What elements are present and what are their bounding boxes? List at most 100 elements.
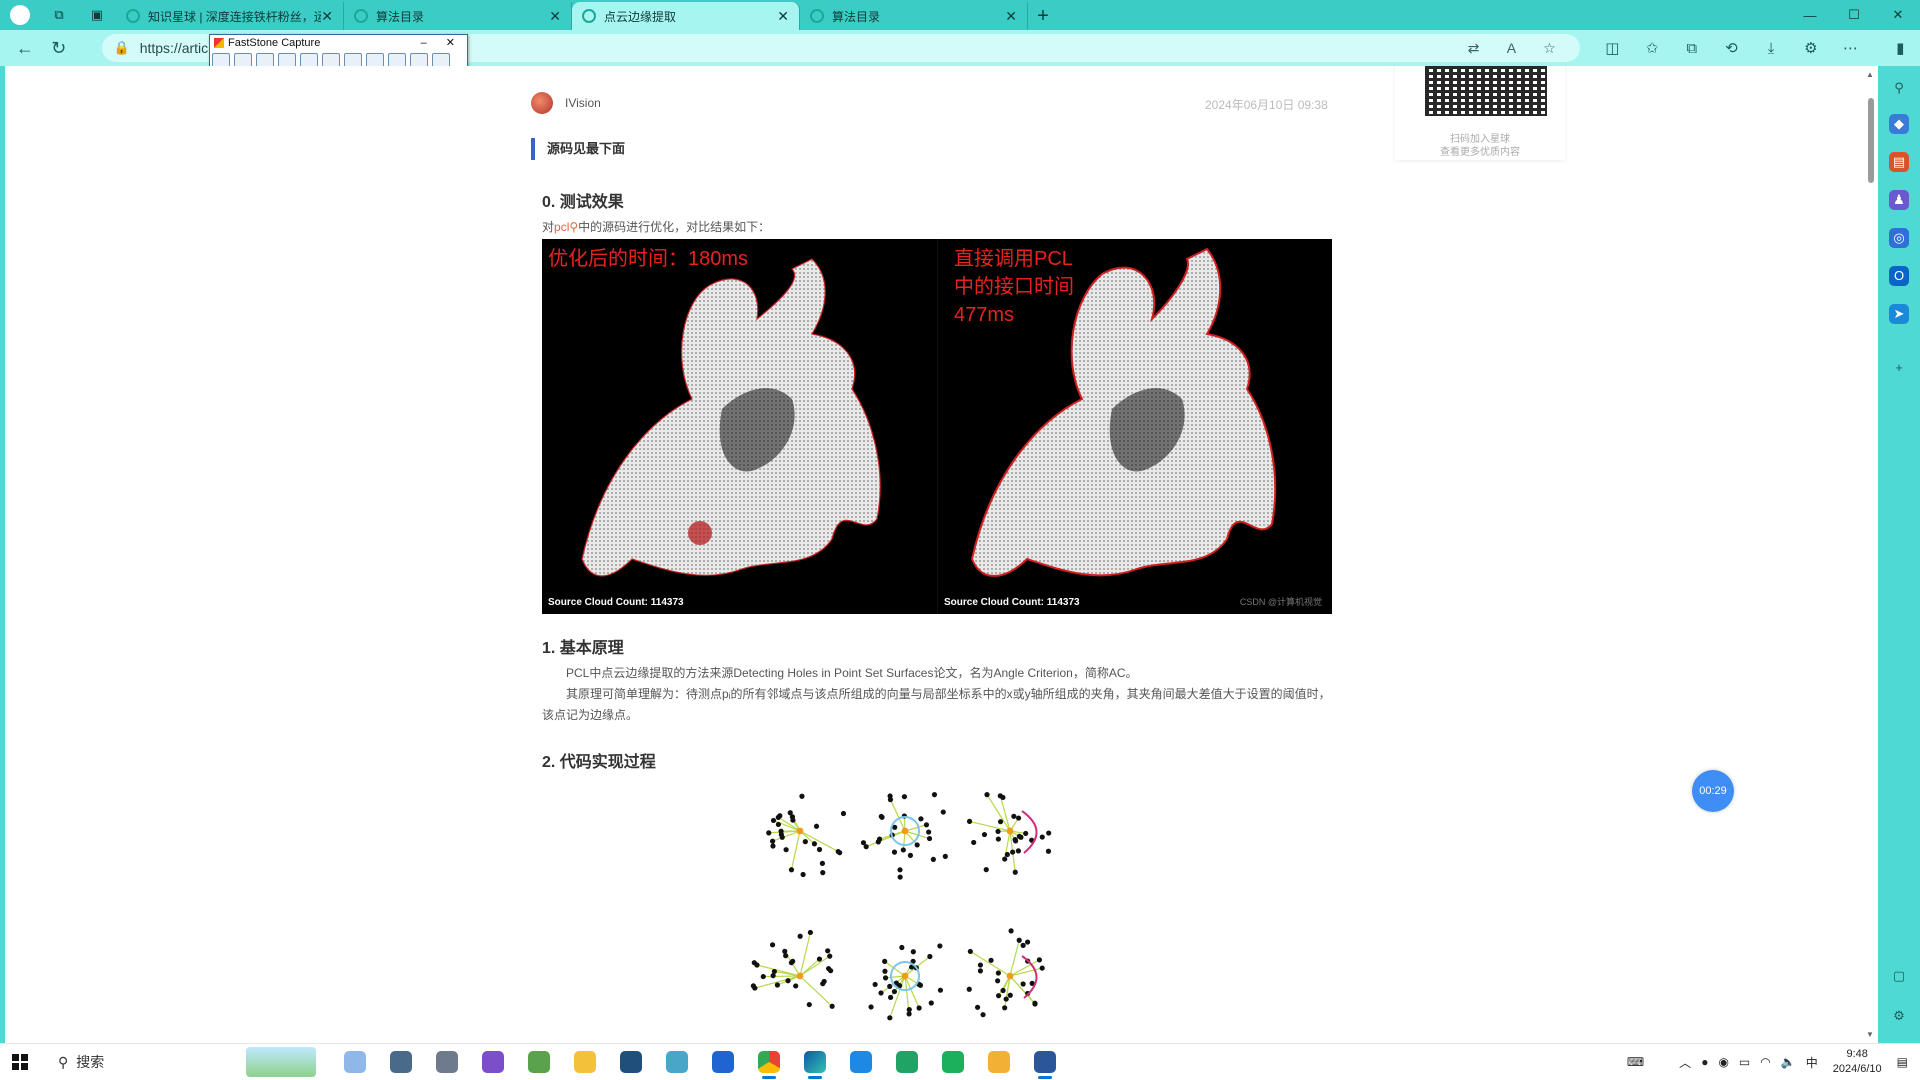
neighbor-point [1000, 987, 1006, 994]
new-tab-button[interactable]: + [1028, 2, 1058, 30]
tray-ime-indicator[interactable]: 中 [1806, 1054, 1818, 1071]
neighbor-point [793, 983, 799, 989]
floating-timer[interactable]: 00:29 [1692, 770, 1734, 812]
search-icon[interactable]: ⚲ [569, 220, 578, 234]
collections-icon[interactable]: ⧉ [1672, 40, 1712, 57]
taskbar-clock[interactable]: 9:48 2024/6/10 [1833, 1047, 1882, 1077]
tray-qq-icon[interactable]: ● [1701, 1055, 1708, 1069]
translate-icon[interactable]: ⇄ [1454, 40, 1492, 57]
history-icon[interactable]: ⟲ [1712, 39, 1752, 57]
search-highlight-image[interactable] [246, 1047, 316, 1077]
scroll-up-arrow-icon[interactable]: ▲ [1866, 70, 1874, 79]
taskbar-app-network-icon[interactable] [654, 1044, 700, 1080]
scroll-down-arrow-icon[interactable]: ▼ [1866, 1030, 1874, 1039]
taskbar-app-file-explorer-icon[interactable] [562, 1044, 608, 1080]
neighbor-point [787, 810, 793, 816]
taskbar-app-cloudcompare-icon[interactable] [608, 1044, 654, 1080]
taskbar-app-excel-icon[interactable] [884, 1044, 930, 1080]
taskbar-app-paint-icon[interactable] [332, 1044, 378, 1080]
tray-keyboard-icon[interactable]: ⌨ [1627, 1055, 1644, 1069]
taskbar-app-word-icon[interactable] [1022, 1044, 1068, 1080]
author-avatar[interactable] [531, 92, 553, 114]
taskbar-app-calculator-icon[interactable] [378, 1044, 424, 1080]
tray-chevron-up-icon[interactable]: ︿ [1679, 1054, 1691, 1071]
sidebar-search-icon[interactable]: ⚲ [1889, 78, 1909, 98]
sidebar-toggle-icon[interactable]: ▮ [1880, 39, 1920, 57]
neighbor-point [1024, 939, 1031, 945]
sidebar-outlook-icon[interactable]: O [1889, 266, 1909, 286]
windows-logo-icon [12, 1054, 28, 1070]
faststone-window-controls[interactable]: – ✕ [421, 36, 467, 49]
taskbar-app-visual-studio-icon[interactable] [470, 1044, 516, 1080]
taskbar-app-remote-desktop-icon[interactable] [424, 1044, 470, 1080]
diagram-panel [868, 943, 944, 1021]
taskbar-app-vscode-icon[interactable] [838, 1044, 884, 1080]
sidebar-settings-icon[interactable]: ⚙ [1889, 1006, 1909, 1026]
sidebar-send-icon[interactable]: ➤ [1889, 304, 1909, 324]
tab-2[interactable]: 算法目录 ✕ [344, 2, 572, 30]
tray-battery-icon[interactable]: ▭ [1739, 1055, 1750, 1069]
tray-app-icon[interactable]: ◉ [1718, 1055, 1728, 1069]
author-name[interactable]: IVision [565, 96, 601, 110]
sidebar-add-icon[interactable]: + [1889, 358, 1909, 378]
taskbar-app-notes-icon[interactable] [930, 1044, 976, 1080]
tab-close-icon[interactable]: ✕ [549, 8, 561, 25]
image-watermark: CSDN @计算机视觉 [1239, 597, 1322, 607]
back-arrow-icon[interactable]: ← [8, 38, 42, 59]
taskbar-app-maps-icon[interactable] [700, 1044, 746, 1080]
lock-icon[interactable]: 🔒 [114, 40, 130, 56]
close-button[interactable]: ✕ [1876, 7, 1920, 23]
tab-close-icon[interactable]: ✕ [321, 8, 333, 25]
neighbor-point [774, 982, 781, 988]
page-scrollbar[interactable]: ▲ ▼ [1863, 66, 1878, 1043]
vertical-tabs-icon[interactable]: ▣ [84, 2, 110, 28]
more-menu-icon[interactable]: ⋯ [1831, 39, 1871, 57]
notification-icon[interactable]: ▤ [1897, 1055, 1908, 1069]
tray-wifi-icon[interactable]: ◠ [1760, 1055, 1770, 1069]
extensions-icon[interactable]: ⚙ [1791, 39, 1831, 57]
taskbar-app-chat-icon[interactable] [976, 1044, 1022, 1080]
read-aloud-icon[interactable]: A [1492, 40, 1530, 56]
sidebar-tools-icon[interactable]: ▤ [1889, 152, 1909, 172]
tab-4[interactable]: 算法目录 ✕ [800, 2, 1028, 30]
neighbor-point [825, 965, 832, 972]
section-0-title: 0. 测试效果 [542, 194, 624, 211]
tab-label: 点云边缘提取 [604, 9, 677, 24]
taskbar-app-green-tool-icon[interactable] [516, 1044, 562, 1080]
faststone-titlebar: FastStone Capture – ✕ [210, 35, 467, 50]
start-button[interactable] [0, 1054, 40, 1070]
taskbar-app-edge-icon[interactable] [792, 1044, 838, 1080]
minimize-button[interactable]: — [1788, 8, 1832, 23]
neighbor-point [783, 847, 789, 853]
keyword-link-pcl[interactable]: pcl [554, 220, 569, 234]
tab-close-icon[interactable]: ✕ [1005, 8, 1017, 25]
neighbor-point [802, 839, 808, 845]
tray-volume-icon[interactable]: 🔈 [1781, 1055, 1796, 1069]
workspaces-icon[interactable]: ⧉ [46, 2, 72, 28]
neighbor-point [1012, 837, 1018, 843]
taskbar-search-box[interactable]: ⚲ 搜索 [46, 1047, 316, 1077]
sidebar-office-icon[interactable]: ◎ [1889, 228, 1909, 248]
neighbor-point [799, 793, 805, 799]
neighbor-point [790, 958, 796, 964]
favorites-icon[interactable]: ✩ [1632, 39, 1672, 57]
refresh-icon[interactable]: ↻ [42, 38, 76, 59]
tab-3-active[interactable]: 点云边缘提取 ✕ [572, 2, 800, 30]
tab-1[interactable]: 知识星球 | 深度连接铁杆粉丝，运 ✕ [116, 2, 344, 30]
maximize-button[interactable]: ☐ [1832, 7, 1876, 23]
sidebar-screenshot-icon[interactable]: ▢ [1889, 966, 1909, 986]
neighbor-point [1016, 937, 1022, 943]
neighbor-point [995, 828, 1001, 835]
tab-loading-icon [582, 9, 596, 23]
tab-close-icon[interactable]: ✕ [777, 8, 789, 25]
split-screen-icon[interactable]: ◫ [1592, 39, 1632, 57]
downloads-icon[interactable]: ⤓ [1751, 40, 1791, 57]
favorite-star-icon[interactable]: ☆ [1530, 40, 1568, 57]
taskbar-app-chrome-icon[interactable] [746, 1044, 792, 1080]
neighbor-point [1007, 992, 1013, 998]
scrollbar-thumb[interactable] [1868, 98, 1874, 183]
sidebar-copilot-icon[interactable]: ◆ [1889, 114, 1909, 134]
qr-code-image[interactable] [1425, 66, 1547, 116]
sidebar-games-icon[interactable]: ♟ [1889, 190, 1909, 210]
profile-icon[interactable] [10, 5, 30, 25]
